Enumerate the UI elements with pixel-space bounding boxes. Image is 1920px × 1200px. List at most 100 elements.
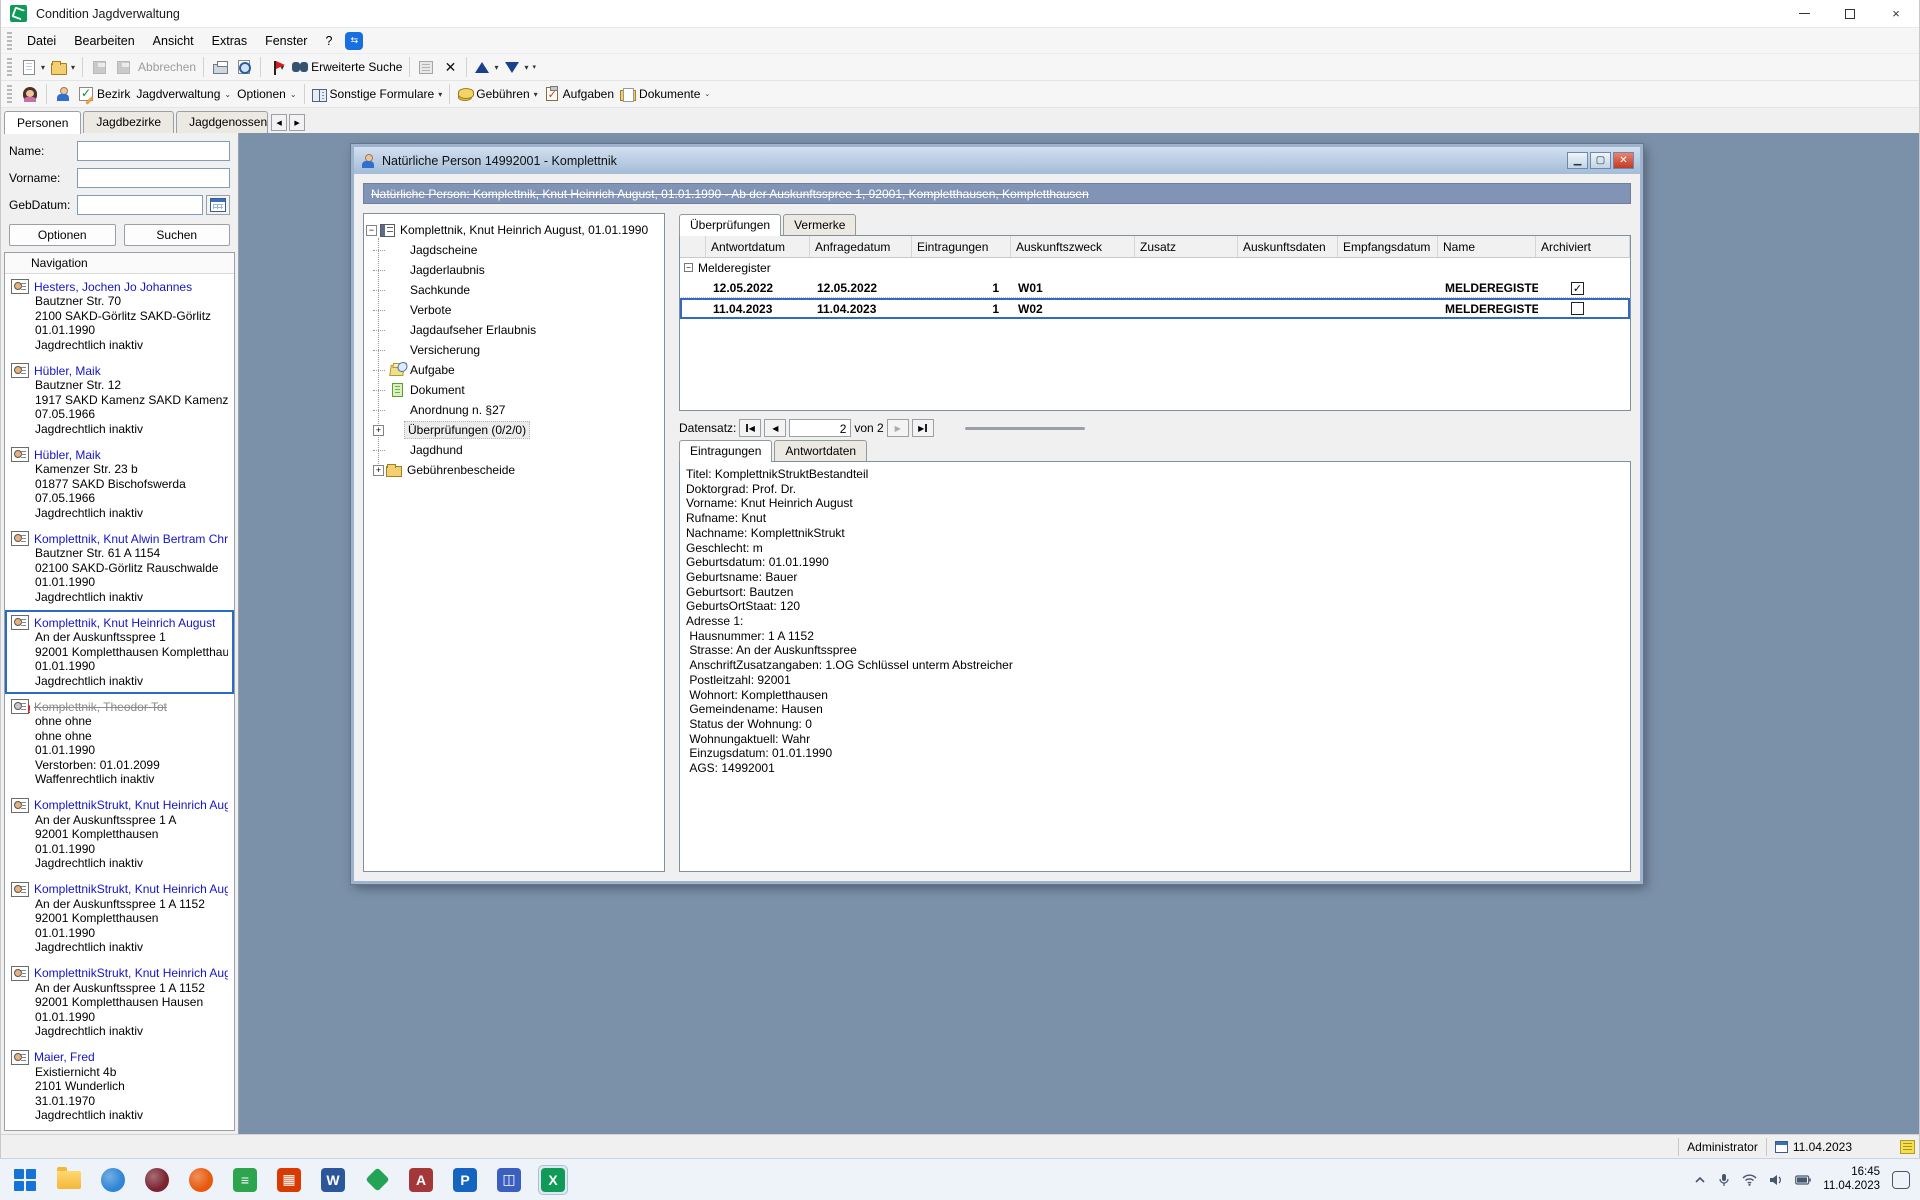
name-input[interactable] bbox=[77, 141, 230, 161]
start-button[interactable] bbox=[10, 1165, 40, 1195]
browser-icon[interactable] bbox=[98, 1165, 128, 1195]
suchen-button[interactable]: Suchen bbox=[124, 224, 231, 246]
toolbar-overflow-icon[interactable]: ▾ bbox=[533, 63, 537, 71]
remote-support-icon[interactable]: ⇆ bbox=[345, 32, 363, 50]
abort-button[interactable]: Abbrechen bbox=[135, 56, 199, 79]
dropdown-arrow-icon[interactable]: ▾ bbox=[494, 63, 498, 72]
expand-icon[interactable]: + bbox=[373, 425, 384, 436]
column-header-antwortdatum[interactable]: Antwortdatum bbox=[706, 236, 810, 257]
save-button[interactable] bbox=[87, 56, 111, 79]
file-explorer-icon[interactable] bbox=[54, 1165, 84, 1195]
eintragungen-content[interactable]: Titel: KomplettnikStruktBestandteil Dokt… bbox=[679, 461, 1631, 872]
record-slider[interactable] bbox=[965, 427, 1085, 430]
menu-datei[interactable]: Datei bbox=[18, 31, 65, 51]
volume-icon[interactable] bbox=[1769, 1174, 1783, 1186]
person-list-item[interactable]: KomplettnikStrukt, Knut Heinrich Augu An… bbox=[5, 877, 234, 961]
person-window-titlebar[interactable]: Natürliche Person 14992001 - Komplettnik… bbox=[354, 147, 1640, 174]
maximize-button[interactable] bbox=[1827, 0, 1873, 27]
dropdown-arrow-icon[interactable]: ▾ bbox=[41, 63, 45, 72]
person-list-item[interactable]: Komplettnik, Knut Alwin Bertram Christ B… bbox=[5, 526, 234, 610]
dropdown-arrow-icon[interactable]: ▾ bbox=[524, 63, 528, 72]
minimize-button[interactable]: ▁ bbox=[1567, 152, 1588, 169]
column-header-auskunftszweck[interactable]: Auskunftszweck bbox=[1011, 236, 1135, 257]
tab-antwortdaten[interactable]: Antwortdaten bbox=[774, 440, 867, 461]
archiviert-checkbox[interactable] bbox=[1571, 302, 1584, 315]
person-button[interactable] bbox=[51, 83, 75, 106]
person-female-button[interactable] bbox=[18, 83, 42, 106]
person-list-item[interactable]: ! Komplettnik, Theodor Tot ohne ohneohne… bbox=[5, 694, 234, 793]
person-list-item[interactable]: Hesters, Jochen Jo Johannes Bautzner Str… bbox=[5, 274, 234, 358]
word-icon[interactable]: W bbox=[318, 1165, 348, 1195]
last-record-button[interactable]: ▶ bbox=[912, 419, 934, 437]
table-row[interactable]: 12.05.202212.05.20221W01MELDEREGISTER✓ bbox=[680, 277, 1630, 298]
person-list-item[interactable]: KomplettnikStrukt, Knut Heinrich Augu An… bbox=[5, 961, 234, 1045]
move-down-button[interactable]: ▾ bbox=[501, 56, 531, 79]
collapse-icon[interactable]: − bbox=[684, 263, 693, 272]
minimize-button[interactable] bbox=[1781, 0, 1827, 27]
properties-button[interactable] bbox=[414, 56, 438, 79]
person-list-item[interactable]: Hübler, Maik Kamenzer Str. 23 b01877 SAK… bbox=[5, 442, 234, 526]
tab-jagdbezirke[interactable]: Jagdbezirke bbox=[83, 111, 174, 133]
person-list-item[interactable]: Müller, Thorsten Neißeweg 2302100 SAKD G… bbox=[5, 1129, 234, 1131]
column-header-eintragungen[interactable]: Eintragungen bbox=[912, 236, 1011, 257]
print-button[interactable] bbox=[208, 56, 232, 79]
gebdatum-input[interactable] bbox=[77, 195, 203, 215]
record-number-field[interactable]: 2 bbox=[789, 419, 851, 437]
tab-ueberpruefungen[interactable]: Überprüfungen bbox=[679, 214, 781, 236]
person-list-item[interactable]: KomplettnikStrukt, Knut Heinrich Augu An… bbox=[5, 793, 234, 877]
menu-fenster[interactable]: Fenster bbox=[256, 31, 316, 51]
menu-bearbeiten[interactable]: Bearbeiten bbox=[65, 31, 143, 51]
office-app-icon[interactable]: ▦ bbox=[274, 1165, 304, 1195]
calendar-button[interactable] bbox=[206, 195, 230, 215]
tree-item[interactable]: + Gebührenbescheide bbox=[366, 460, 662, 480]
jagdverwaltung-menu-button[interactable]: Jagdverwaltung⌄ bbox=[133, 83, 234, 106]
close-button[interactable]: × bbox=[1873, 0, 1919, 27]
column-header-anfragedatum[interactable]: Anfragedatum bbox=[810, 236, 912, 257]
aufgaben-button[interactable]: Aufgaben bbox=[541, 83, 617, 106]
archiviert-checkbox[interactable]: ✓ bbox=[1571, 282, 1584, 295]
next-record-button[interactable]: ▶ bbox=[887, 419, 909, 437]
close-button[interactable]: ✕ bbox=[1613, 152, 1634, 169]
column-header-auskunftsdaten[interactable]: Auskunftsdaten bbox=[1238, 236, 1338, 257]
condition-app-icon[interactable]: X bbox=[538, 1165, 568, 1195]
notification-center-icon[interactable] bbox=[1892, 1171, 1910, 1189]
taskbar-clock[interactable]: 16:45 11.04.2023 bbox=[1823, 1166, 1880, 1193]
tree-item[interactable]: Verbote bbox=[366, 300, 662, 320]
notes-app-icon[interactable]: ≡ bbox=[230, 1165, 260, 1195]
tree-item[interactable]: Jagdscheine bbox=[366, 240, 662, 260]
dropdown-arrow-icon[interactable]: ▾ bbox=[71, 63, 75, 72]
save-all-button[interactable] bbox=[111, 56, 135, 79]
dokumente-button[interactable]: Dokumente bbox=[617, 83, 703, 106]
tab-personen[interactable]: Personen bbox=[4, 111, 81, 134]
advanced-search-button[interactable]: Erweiterte Suche bbox=[289, 56, 405, 79]
battery-icon[interactable] bbox=[1795, 1175, 1811, 1185]
tree-item[interactable]: Anordnung n. §27 bbox=[366, 400, 662, 420]
tab-eintragungen[interactable]: Eintragungen bbox=[679, 440, 772, 462]
menu-ansicht[interactable]: Ansicht bbox=[144, 31, 203, 51]
tree-item[interactable]: Jagdaufseher Erlaubnis bbox=[366, 320, 662, 340]
open-button[interactable]: ▾ bbox=[48, 56, 78, 79]
dropdown-arrow-icon[interactable]: ▾ bbox=[438, 90, 442, 99]
print-preview-button[interactable] bbox=[232, 56, 256, 79]
tray-expand-icon[interactable] bbox=[1694, 1174, 1706, 1186]
column-header-archiviert[interactable]: Archiviert bbox=[1536, 236, 1630, 257]
toolbar-overflow-icon[interactable]: ⌄ bbox=[704, 90, 710, 98]
expand-icon[interactable]: + bbox=[373, 465, 384, 476]
maximize-button[interactable]: ▢ bbox=[1590, 152, 1611, 169]
tree-item[interactable]: Versicherung bbox=[366, 340, 662, 360]
tab-vermerke[interactable]: Vermerke bbox=[783, 214, 856, 235]
toolbar-grip[interactable] bbox=[7, 32, 12, 50]
firefox-icon[interactable] bbox=[186, 1165, 216, 1195]
delete-button[interactable]: ✕ bbox=[438, 56, 462, 79]
move-up-button[interactable]: ▾ bbox=[471, 56, 501, 79]
person-list-item[interactable]: Maier, Fred Existiernicht 4b2101 Wunderl… bbox=[5, 1045, 234, 1129]
tab-scroll-right-button[interactable]: ▶ bbox=[289, 114, 305, 131]
table-group-row[interactable]: − Melderegister bbox=[680, 258, 1630, 277]
column-header-name[interactable]: Name bbox=[1438, 236, 1536, 257]
tree-item[interactable]: Sachkunde bbox=[366, 280, 662, 300]
tab-jagdgenossen[interactable]: Jagdgenossen bbox=[176, 111, 268, 133]
tree-item[interactable]: Dokument bbox=[366, 380, 662, 400]
diamond-app-icon[interactable] bbox=[362, 1165, 392, 1195]
column-header-empfangsdatum[interactable]: Empfangsdatum bbox=[1338, 236, 1438, 257]
optionen-button[interactable]: Optionen bbox=[9, 224, 116, 246]
